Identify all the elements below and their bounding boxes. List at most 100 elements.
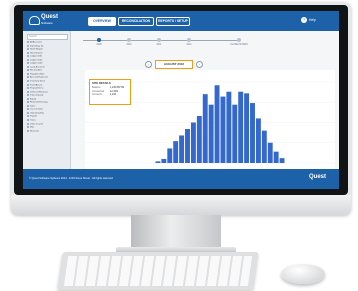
chart-bar[interactable] <box>155 161 161 163</box>
timeline-dot[interactable] <box>97 38 101 42</box>
app-screen: Quest Software OVERVIEW RECONCILIATION R… <box>23 11 339 189</box>
sidebar-item[interactable]: Reserves <box>27 129 67 134</box>
chart-bar[interactable] <box>226 91 232 163</box>
chart-bar[interactable] <box>167 148 173 163</box>
help-button[interactable]: ? Help <box>301 17 316 24</box>
chart-bar[interactable] <box>190 122 196 164</box>
folder-icon <box>27 111 29 114</box>
tab-reconciliation[interactable]: RECONCILIATION <box>118 17 154 26</box>
chart-bar[interactable] <box>250 103 255 163</box>
sidebar-item-label: Ledger 1003 <box>30 62 43 65</box>
chart-bar[interactable] <box>279 158 285 163</box>
chevron-left-icon: ‹ <box>148 62 149 66</box>
sidebar-item-label: Intercompany <box>30 94 44 97</box>
site-details-panel: SITE DETAILS Balance 1,234,567.89 Unmatch… <box>89 79 131 105</box>
sidebar-item-label: Equity <box>30 98 37 101</box>
sidebar-item-label: Accrued Expenses <box>30 77 49 80</box>
chart-bar[interactable] <box>220 96 226 163</box>
timeline-label: 2010 <box>126 44 132 46</box>
folder-icon <box>27 72 29 75</box>
sidebar-item-label: Sales <box>30 105 36 108</box>
keyboard-keys <box>63 256 253 286</box>
folder-icon <box>27 115 29 118</box>
chart-bar[interactable] <box>208 104 214 163</box>
timeline: 2009 2010 2011 2012 CLOSE FILTERS <box>73 31 339 49</box>
timeline-dot[interactable] <box>157 38 161 42</box>
sidebar-item-label: Receivables <box>30 69 42 72</box>
sidebar-item-label: Ledger 1002 <box>30 59 43 62</box>
month-selector[interactable]: AUGUST 2012 <box>155 60 193 69</box>
logo-sub: Software <box>41 21 53 25</box>
folder-icon <box>27 101 29 104</box>
chart-bar[interactable] <box>238 91 244 163</box>
folder-icon <box>27 104 29 107</box>
folder-icon <box>27 87 29 90</box>
sidebar-item-label: Payroll <box>30 116 37 119</box>
footer-text: © Quest Software Systems 2014 · 1234 Som… <box>29 177 113 180</box>
timeline-label: 2011 <box>156 44 162 46</box>
sidebar-item-label: All Accounts <box>30 41 42 44</box>
chart-bar[interactable] <box>273 151 279 163</box>
imac-chin <box>11 195 351 215</box>
chart-bar[interactable] <box>185 128 190 163</box>
chart-bar[interactable] <box>244 93 250 163</box>
sidebar-item-label: Deferred Revenue <box>30 91 48 94</box>
chart-bar[interactable] <box>261 130 267 163</box>
chart-bar[interactable] <box>232 104 238 163</box>
sidebar-item-label: Retained Earnings <box>30 101 48 104</box>
details-row: Accounts 1,234 <box>90 93 130 97</box>
chart-panel: SITE DETAILS Balance 1,234,567.89 Unmatch… <box>85 70 335 169</box>
folder-icon <box>27 97 29 100</box>
folder-icon <box>27 94 29 97</box>
prev-month-button[interactable]: ‹ <box>145 61 152 68</box>
chart-bar[interactable] <box>161 158 167 163</box>
folder-icon <box>27 41 29 43</box>
chart-bar[interactable] <box>173 141 179 163</box>
sidebar-item-label: Ledger 1001 <box>30 55 43 58</box>
top-bar: Quest Software OVERVIEW RECONCILIATION R… <box>23 11 339 31</box>
tab-overview[interactable]: OVERVIEW <box>88 17 116 26</box>
sidebar-item-label: Inventory Stock <box>30 80 46 83</box>
timeline-track <box>83 40 239 41</box>
next-month-button[interactable]: › <box>196 61 203 68</box>
chart-bar[interactable] <box>196 116 202 163</box>
sidebar-item-label: Reserves <box>30 130 40 133</box>
timeline-dot[interactable] <box>237 38 241 42</box>
folder-icon <box>27 65 29 68</box>
footer: © Quest Software Systems 2014 · 1234 Som… <box>23 169 339 189</box>
sidebar-item-label: Other Income <box>30 123 44 126</box>
folder-icon <box>27 83 29 86</box>
help-icon: ? <box>301 17 307 24</box>
sidebar-item-label: Payables Main <box>30 73 45 76</box>
timeline-dot[interactable] <box>127 38 131 42</box>
folder-icon <box>27 48 29 51</box>
chart-bar[interactable] <box>214 85 220 163</box>
tab-reports-setup[interactable]: REPORTS / SETUP <box>156 17 190 26</box>
timeline-label: 2012 <box>186 44 192 46</box>
chart-bar[interactable] <box>267 142 273 163</box>
cloud-icon <box>29 16 40 25</box>
help-label: Help <box>309 18 316 22</box>
chart-bar[interactable] <box>179 135 185 163</box>
folder-icon <box>27 80 29 83</box>
folder-icon <box>27 76 29 79</box>
app-logo[interactable]: Quest Software <box>29 14 63 28</box>
sidebar-item-label: Cash Accounts <box>30 66 45 69</box>
timeline-dot[interactable] <box>187 38 191 42</box>
sidebar-item-label: Fixed Assets <box>30 84 43 87</box>
folder-icon <box>27 58 29 61</box>
timeline-label: 2009 <box>96 44 102 46</box>
chart-bar[interactable] <box>255 118 261 163</box>
chart-bar[interactable] <box>202 94 208 163</box>
sidebar-item-label: Subsidiary Inc <box>30 45 44 48</box>
folder-icon <box>27 69 29 72</box>
folder-icon <box>27 126 29 129</box>
folder-icon <box>27 62 29 65</box>
search-input[interactable]: Search <box>27 34 68 40</box>
folder-icon <box>27 119 29 122</box>
sidebar-item-label: Prepaid Items <box>30 87 44 90</box>
mouse <box>281 264 325 284</box>
sidebar-item-label: Misc <box>30 126 35 129</box>
details-key: Accounts <box>92 93 102 96</box>
sidebar-list: All Accounts Subsidiary Inc North Region We… <box>27 41 67 133</box>
